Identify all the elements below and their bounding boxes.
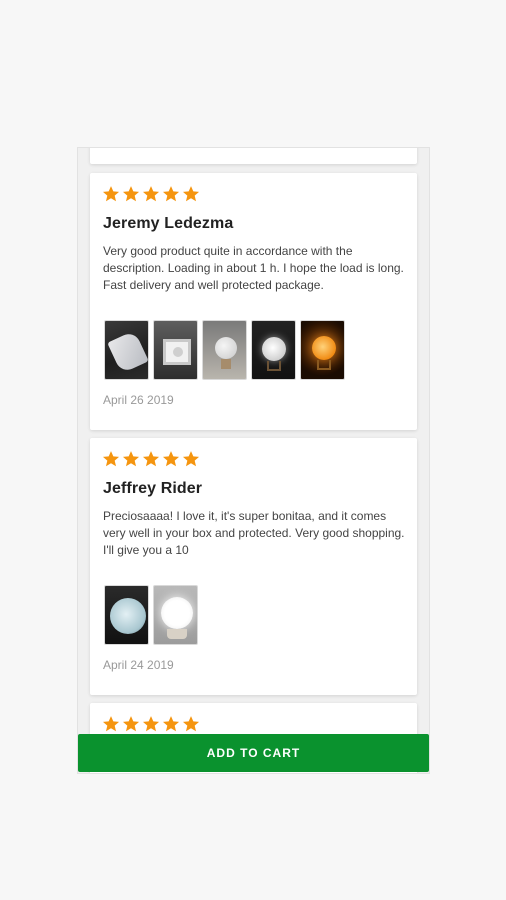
review-date: April 26 2019 — [103, 393, 174, 407]
lamp-white-glow-photo[interactable] — [251, 320, 296, 380]
star-icon — [162, 450, 180, 468]
moon-lamp-blue-photo[interactable] — [104, 585, 149, 645]
review-text: Very good product quite in accordance wi… — [103, 244, 404, 292]
star-icon — [102, 715, 120, 733]
add-to-cart-button[interactable]: ADD TO CART — [78, 734, 429, 772]
star-icon — [182, 715, 200, 733]
review-photos — [104, 320, 345, 380]
star-icon — [142, 185, 160, 203]
star-icon — [162, 715, 180, 733]
star-icon — [122, 185, 140, 203]
star-rating — [102, 185, 200, 203]
wrapped-lamp-photo[interactable] — [104, 320, 149, 380]
star-icon — [182, 450, 200, 468]
star-icon — [122, 715, 140, 733]
review-date: April 24 2019 — [103, 658, 174, 672]
review-card-partial — [90, 148, 417, 164]
review-photos — [104, 585, 198, 645]
star-icon — [102, 450, 120, 468]
star-icon — [122, 450, 140, 468]
review-text: Preciosaaaa! I love it, it's super bonit… — [103, 509, 405, 557]
star-icon — [142, 715, 160, 733]
star-icon — [182, 185, 200, 203]
review-card: Jeffrey Rider Preciosaaaa! I love it, it… — [90, 438, 417, 695]
star-rating — [102, 715, 200, 733]
star-icon — [162, 185, 180, 203]
lamp-unlit-photo[interactable] — [202, 320, 247, 380]
star-rating — [102, 450, 200, 468]
lamp-in-box-photo[interactable] — [153, 320, 198, 380]
review-card: Jeremy Ledezma Very good product quite i… — [90, 173, 417, 430]
reviews-panel[interactable]: Jeremy Ledezma Very good product quite i… — [77, 147, 430, 774]
reviewer-name: Jeremy Ledezma — [103, 215, 234, 232]
reviewer-name: Jeffrey Rider — [103, 480, 203, 497]
star-icon — [102, 185, 120, 203]
lamp-orange-glow-photo[interactable] — [300, 320, 345, 380]
star-icon — [142, 450, 160, 468]
moon-lamp-bright-photo[interactable] — [153, 585, 198, 645]
